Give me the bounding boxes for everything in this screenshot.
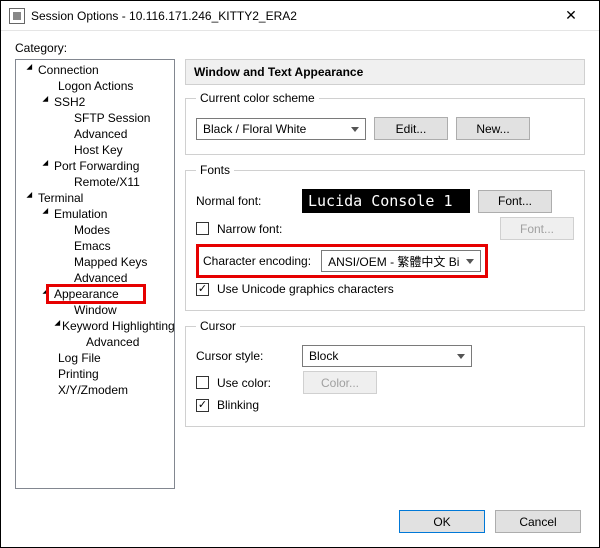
category-tree[interactable]: Connection Logon Actions SSH2 SFTP Sessi… [15, 59, 175, 489]
cancel-button[interactable]: Cancel [495, 510, 581, 533]
cursor-style-label: Cursor style: [196, 349, 294, 363]
tree-advanced[interactable]: Advanced [72, 127, 129, 141]
encoding-highlight: Character encoding: ANSI/OEM - 繁體中文 Bi [196, 244, 488, 278]
tree-xyzmodem[interactable]: X/Y/Zmodem [56, 383, 130, 397]
edit-scheme-button[interactable]: Edit... [374, 117, 448, 140]
cursor-color-button: Color... [303, 371, 377, 394]
chevron-down-icon[interactable] [24, 193, 36, 204]
fonts-group: Fonts Normal font: Lucida Console 1 Font… [185, 163, 585, 311]
ok-button[interactable]: OK [399, 510, 485, 533]
tree-terminal[interactable]: Terminal [36, 191, 85, 205]
color-scheme-legend: Current color scheme [196, 91, 319, 105]
settings-panel: Window and Text Appearance Current color… [185, 59, 585, 489]
color-scheme-group: Current color scheme Black / Floral Whit… [185, 91, 585, 155]
normal-font-label: Normal font: [196, 194, 294, 208]
chevron-down-icon[interactable] [40, 209, 52, 220]
tree-ssh2[interactable]: SSH2 [52, 95, 87, 109]
normal-font-preview: Lucida Console 1 [302, 189, 470, 213]
app-icon [9, 8, 25, 24]
encoding-label: Character encoding: [203, 254, 311, 268]
session-options-dialog: Session Options - 10.116.171.246_KITTY2_… [0, 0, 600, 548]
blinking-label: Blinking [217, 398, 259, 412]
tree-emacs[interactable]: Emacs [72, 239, 113, 253]
tree-logon-actions[interactable]: Logon Actions [56, 79, 135, 93]
cursor-group: Cursor Cursor style: Block Use color: Co… [185, 319, 585, 427]
unicode-graphics-label: Use Unicode graphics characters [217, 282, 394, 296]
tree-connection[interactable]: Connection [36, 63, 101, 77]
tree-appearance[interactable]: Appearance [52, 287, 121, 301]
use-color-label: Use color: [217, 376, 295, 390]
narrow-font-checkbox[interactable] [196, 222, 209, 235]
tree-host-key[interactable]: Host Key [72, 143, 125, 157]
tree-modes[interactable]: Modes [72, 223, 112, 237]
chevron-down-icon[interactable] [40, 161, 52, 172]
tree-port-forwarding[interactable]: Port Forwarding [52, 159, 141, 173]
tree-advanced[interactable]: Advanced [84, 335, 141, 349]
chevron-down-icon[interactable] [40, 97, 52, 108]
narrow-font-label: Narrow font: [217, 222, 492, 236]
encoding-select[interactable]: ANSI/OEM - 繁體中文 Bi [321, 250, 481, 272]
tree-advanced[interactable]: Advanced [72, 271, 129, 285]
narrow-font-button: Font... [500, 217, 574, 240]
cursor-legend: Cursor [196, 319, 240, 333]
close-button[interactable]: ✕ [551, 1, 591, 31]
blinking-checkbox[interactable] [196, 399, 209, 412]
titlebar: Session Options - 10.116.171.246_KITTY2_… [1, 1, 599, 31]
tree-log-file[interactable]: Log File [56, 351, 103, 365]
cursor-style-select[interactable]: Block [302, 345, 472, 367]
tree-emulation[interactable]: Emulation [52, 207, 109, 221]
color-scheme-select[interactable]: Black / Floral White [196, 118, 366, 140]
tree-mapped-keys[interactable]: Mapped Keys [72, 255, 149, 269]
panel-header: Window and Text Appearance [185, 59, 585, 85]
chevron-down-icon[interactable] [24, 65, 36, 76]
use-color-checkbox[interactable] [196, 376, 209, 389]
new-scheme-button[interactable]: New... [456, 117, 530, 140]
unicode-graphics-checkbox[interactable] [196, 283, 209, 296]
category-label: Category: [15, 41, 585, 55]
window-title: Session Options - 10.116.171.246_KITTY2_… [31, 9, 551, 23]
tree-printing[interactable]: Printing [56, 367, 101, 381]
normal-font-button[interactable]: Font... [478, 190, 552, 213]
fonts-legend: Fonts [196, 163, 234, 177]
tree-sftp-session[interactable]: SFTP Session [72, 111, 152, 125]
chevron-down-icon[interactable] [40, 289, 52, 300]
tree-window[interactable]: Window [72, 303, 119, 317]
tree-keyword-highlighting[interactable]: Keyword Highlighting [60, 319, 175, 333]
tree-remote-x11[interactable]: Remote/X11 [72, 175, 142, 189]
